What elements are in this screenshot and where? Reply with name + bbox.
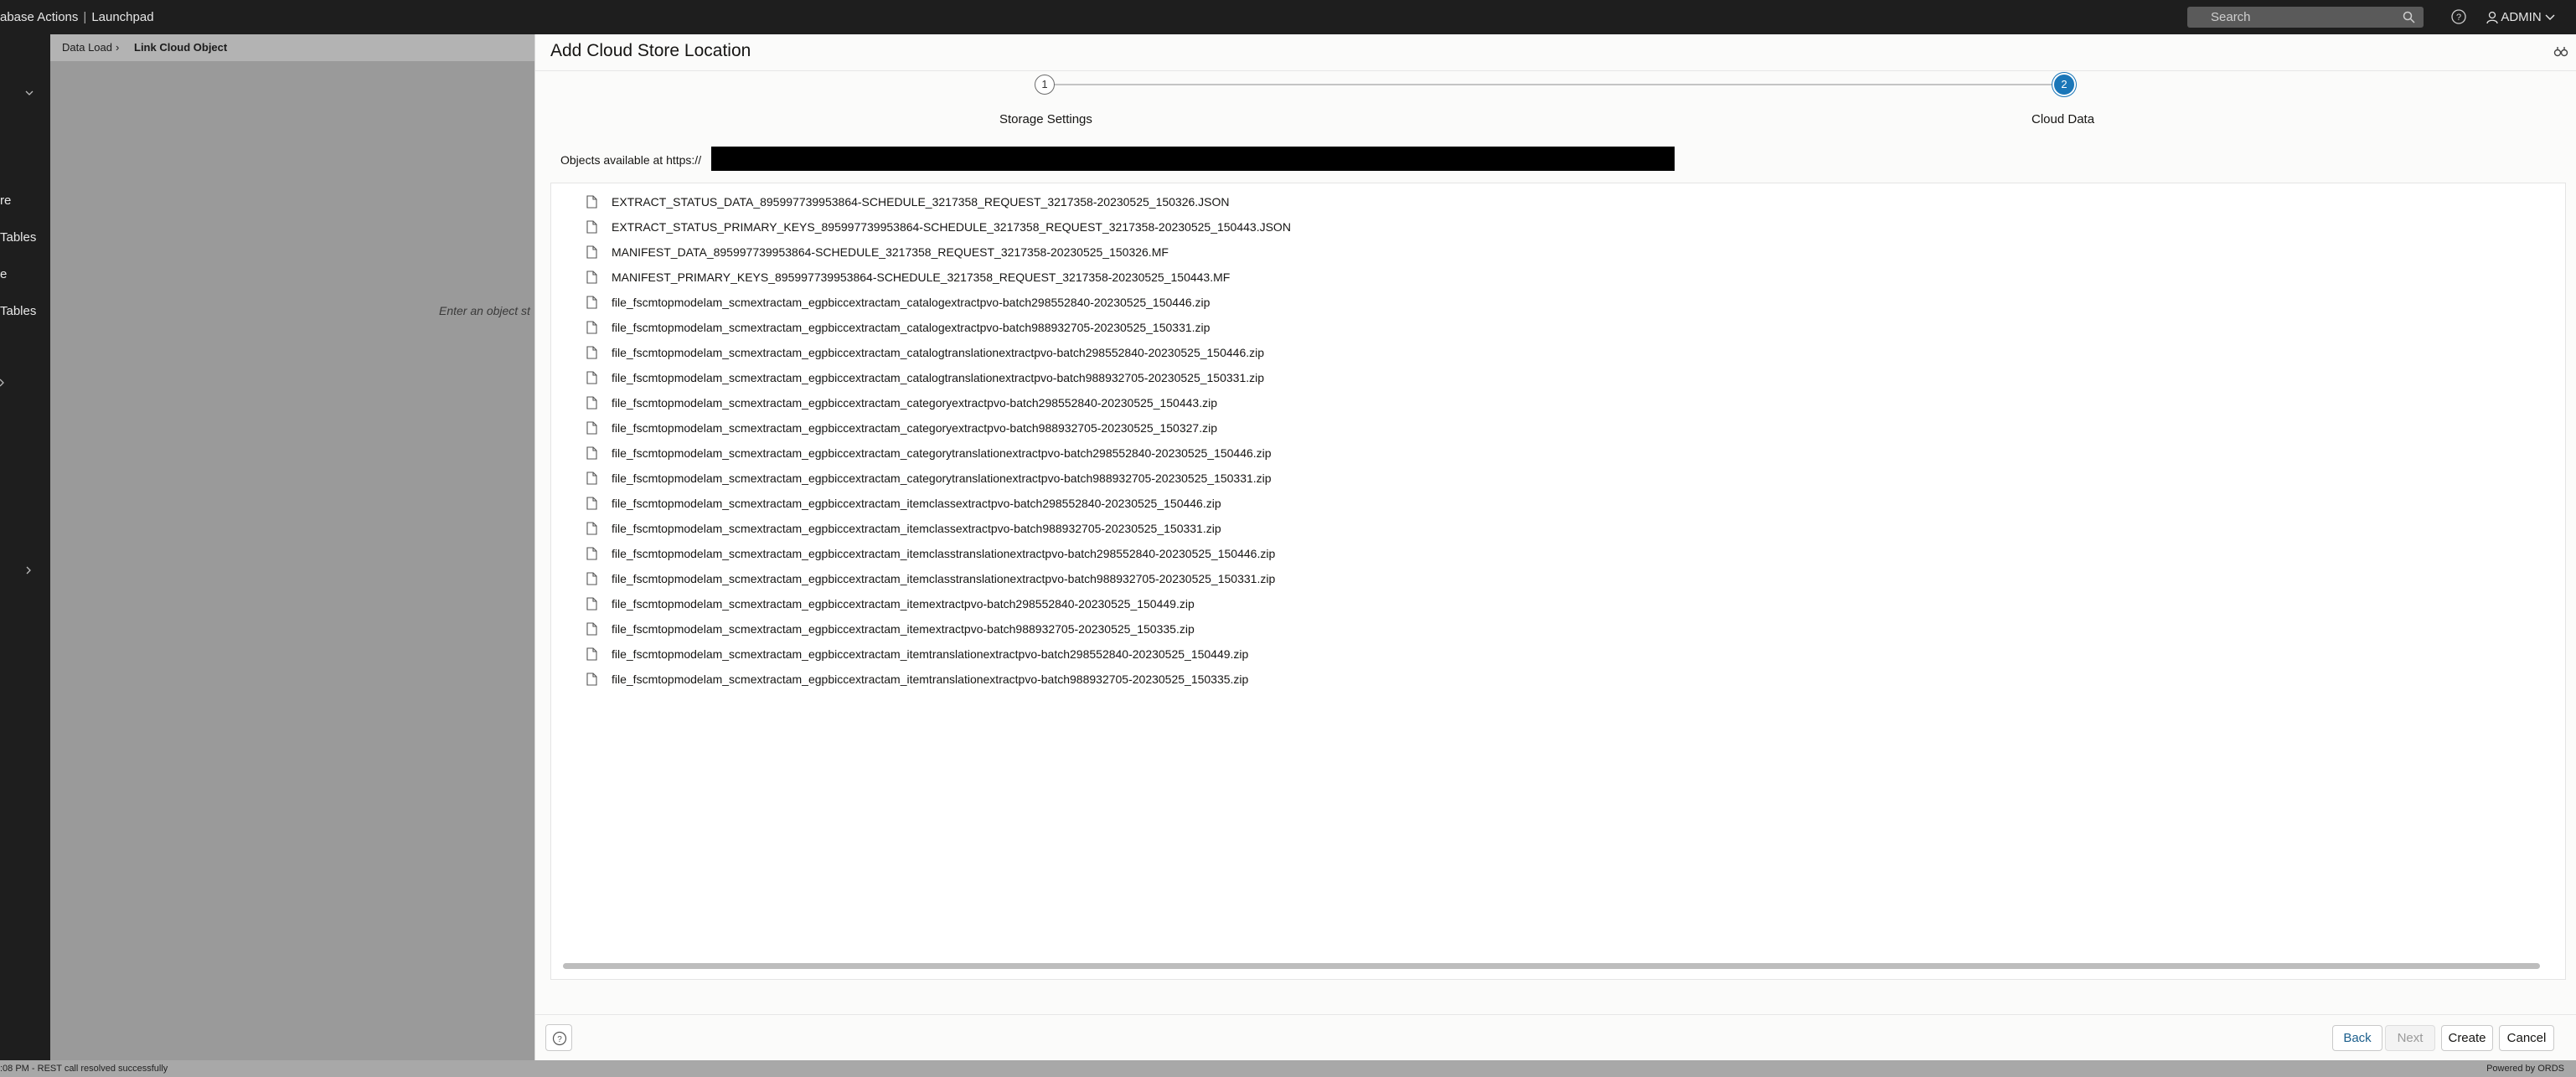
file-icon xyxy=(586,597,597,611)
file-icon xyxy=(586,672,597,686)
file-icon xyxy=(586,371,597,384)
cancel-button[interactable]: Cancel xyxy=(2499,1025,2554,1051)
nav-item-1[interactable]: re xyxy=(0,193,11,208)
objects-available-label: Objects available at https:// xyxy=(560,153,702,167)
file-icon xyxy=(586,346,597,359)
file-name: MANIFEST_PRIMARY_KEYS_895997739953864-SC… xyxy=(612,271,1231,284)
step-number-2[interactable]: 2 xyxy=(2054,75,2074,95)
file-name: file_fscmtopmodelam_scmextractam_egpbicc… xyxy=(612,672,1249,686)
file-icon xyxy=(586,647,597,661)
breadcrumb-data-load[interactable]: Data Load xyxy=(62,34,112,61)
train-connector xyxy=(1045,84,2064,85)
file-icon xyxy=(586,497,597,510)
help-icon[interactable]: ? xyxy=(2450,8,2467,29)
dialog-title: Add Cloud Store Location xyxy=(550,41,751,60)
file-icon xyxy=(586,396,597,410)
breadcrumb-current: Link Cloud Object xyxy=(134,41,228,54)
redacted-url xyxy=(711,147,1675,171)
search-input[interactable] xyxy=(2187,7,2420,28)
next-button[interactable]: Next xyxy=(2385,1025,2435,1051)
file-name: file_fscmtopmodelam_scmextractam_egpbicc… xyxy=(612,547,1276,560)
file-name: file_fscmtopmodelam_scmextractam_egpbicc… xyxy=(612,622,1195,636)
horizontal-scrollbar[interactable] xyxy=(563,963,2540,969)
top-bar: abase Actions|Launchpad ? ADMIN xyxy=(0,0,2576,34)
file-name: MANIFEST_DATA_895997739953864-SCHEDULE_3… xyxy=(612,245,1169,259)
file-name: EXTRACT_STATUS_PRIMARY_KEYS_895997739953… xyxy=(612,220,1291,234)
chevron-down-icon[interactable] xyxy=(25,86,34,100)
step-label-2[interactable]: Cloud Data xyxy=(2031,112,2094,126)
powered-by: Powered by ORDS xyxy=(2486,1064,2564,1074)
file-name: EXTRACT_STATUS_DATA_895997739953864-SCHE… xyxy=(612,195,1230,209)
file-icon xyxy=(586,622,597,636)
nav-item-tables[interactable]: Tables xyxy=(0,230,36,245)
nav-item-3[interactable]: e xyxy=(0,267,7,281)
chevron-right-icon: › xyxy=(116,41,120,54)
file-icon xyxy=(586,296,597,309)
status-bar: :08 PM - REST call resolved successfully… xyxy=(0,1060,2576,1077)
help-button[interactable]: ? xyxy=(545,1024,572,1051)
background-page: Data Load › Link Cloud Object Enter an o… xyxy=(50,34,534,1060)
file-name: file_fscmtopmodelam_scmextractam_egpbicc… xyxy=(612,647,1249,661)
add-cloud-store-dialog: Add Cloud Store Location 1 Storage Setti… xyxy=(534,34,2576,1060)
file-name: file_fscmtopmodelam_scmextractam_egpbicc… xyxy=(612,522,1221,535)
step-label-1[interactable]: Storage Settings xyxy=(999,112,1092,126)
back-button[interactable]: Back xyxy=(2332,1025,2382,1051)
file-name: file_fscmtopmodelam_scmextractam_egpbicc… xyxy=(612,346,1265,359)
expand-icon[interactable] xyxy=(2553,44,2568,64)
object-store-hint: Enter an object st xyxy=(439,304,530,317)
file-icon xyxy=(586,321,597,334)
file-icon xyxy=(586,245,597,259)
file-name: file_fscmtopmodelam_scmextractam_egpbicc… xyxy=(612,572,1276,585)
user-icon xyxy=(2486,10,2498,24)
breadcrumb: Data Load › Link Cloud Object xyxy=(50,34,534,61)
file-icon xyxy=(586,220,597,234)
search-box[interactable] xyxy=(2187,7,2424,28)
step-number-1[interactable]: 1 xyxy=(1035,75,1055,95)
dialog-header: Add Cloud Store Location xyxy=(535,34,2576,71)
object-list-panel: EXTRACT_STATUS_DATA_895997739953864-SCHE… xyxy=(550,183,2566,980)
file-name: file_fscmtopmodelam_scmextractam_egpbicc… xyxy=(612,321,1211,334)
file-icon xyxy=(586,522,597,535)
chevron-down-icon xyxy=(2545,10,2555,24)
file-icon xyxy=(586,421,597,435)
file-name: file_fscmtopmodelam_scmextractam_egpbicc… xyxy=(612,421,1217,435)
file-icon xyxy=(586,195,597,209)
file-icon xyxy=(586,572,597,585)
file-name: file_fscmtopmodelam_scmextractam_egpbicc… xyxy=(612,371,1265,384)
nav-item-tables-2[interactable]: Tables xyxy=(0,304,36,318)
file-name: file_fscmtopmodelam_scmextractam_egpbicc… xyxy=(612,472,1272,485)
create-button[interactable]: Create xyxy=(2441,1025,2493,1051)
file-name: file_fscmtopmodelam_scmextractam_egpbicc… xyxy=(612,497,1221,510)
svg-text:?: ? xyxy=(2456,13,2461,23)
user-name: ADMIN xyxy=(2501,10,2542,24)
svg-text:?: ? xyxy=(557,1035,562,1044)
app-name: abase Actions xyxy=(0,10,79,24)
chevron-right-icon[interactable] xyxy=(0,376,5,390)
file-icon xyxy=(586,446,597,460)
chevron-right-icon[interactable] xyxy=(26,564,32,578)
file-name: file_fscmtopmodelam_scmextractam_egpbicc… xyxy=(612,597,1195,611)
app-title: abase Actions | Launchpad xyxy=(0,10,154,24)
status-message: :08 PM - REST call resolved successfully xyxy=(0,1064,168,1074)
file-name: file_fscmtopmodelam_scmextractam_egpbicc… xyxy=(612,396,1217,410)
file-icon xyxy=(586,547,597,560)
file-name: file_fscmtopmodelam_scmextractam_egpbicc… xyxy=(612,446,1272,460)
user-menu[interactable]: ADMIN xyxy=(2486,0,2555,34)
left-nav: re Tables e Tables xyxy=(0,34,50,1060)
dialog-footer: ? Back Next Create Cancel xyxy=(535,1014,2576,1061)
file-icon xyxy=(586,472,597,485)
launchpad-link[interactable]: Launchpad xyxy=(91,10,153,24)
question-icon: ? xyxy=(552,1031,567,1046)
file-name: file_fscmtopmodelam_scmextractam_egpbicc… xyxy=(612,296,1211,309)
object-list: EXTRACT_STATUS_DATA_895997739953864-SCHE… xyxy=(551,183,2565,954)
file-icon xyxy=(586,271,597,284)
search-icon[interactable] xyxy=(2403,11,2415,28)
